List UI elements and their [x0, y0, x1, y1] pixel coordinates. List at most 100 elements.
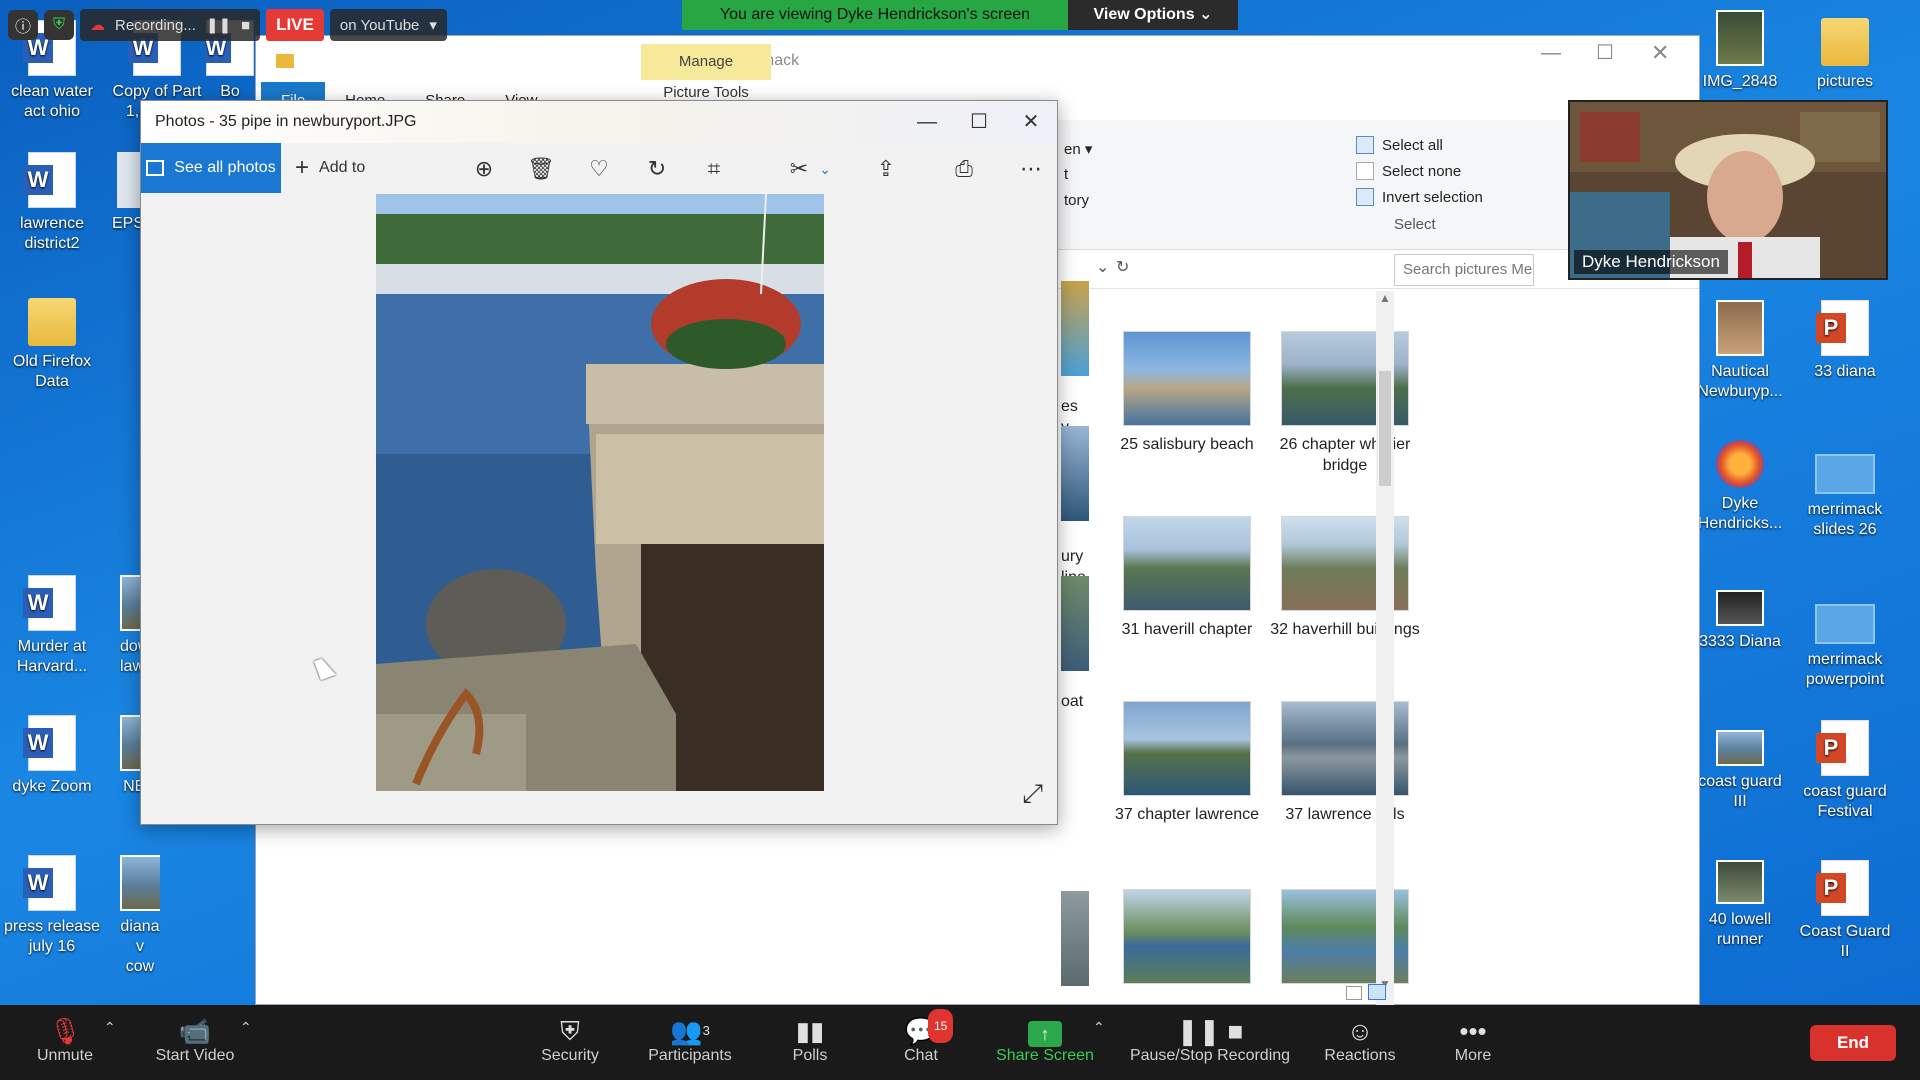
explorer-scrollbar[interactable]: ▲ ▼ [1376, 291, 1394, 1011]
video-options-chevron-icon[interactable]: ⌃ [240, 1019, 252, 1036]
partial-thumb[interactable] [1061, 576, 1089, 671]
share-icon[interactable]: ⇪ [868, 151, 904, 187]
list-item[interactable]: 25 salisbury beach [1112, 331, 1262, 455]
tab-manage[interactable]: Manage [641, 44, 771, 80]
thumbnail [1123, 331, 1251, 426]
delete-icon[interactable]: 🗑 [523, 151, 559, 187]
start-video-label: Start Video [155, 1047, 235, 1064]
maximize-icon[interactable]: ☐ [953, 101, 1005, 143]
security-button[interactable]: ⛨ Security [505, 1015, 635, 1065]
desktop-icon-lawrence-district2[interactable]: lawrence district2 [2, 152, 102, 254]
desktop-icon-dyke-zoom[interactable]: dyke Zoom [2, 715, 102, 797]
pause-stop-recording-button[interactable]: ❚❚ ■ Pause/Stop Recording [1115, 1015, 1305, 1065]
pause-stop-label: Pause/Stop Recording [1129, 1047, 1291, 1064]
desktop-icon-coast-guard-ii[interactable]: Coast Guard II [1795, 860, 1895, 962]
displayed-photo[interactable] [376, 194, 824, 791]
list-item[interactable]: 31 haverill chapter [1112, 516, 1262, 640]
details-view-icon[interactable] [1346, 986, 1362, 1000]
scrollbar-thumb[interactable] [1379, 371, 1391, 486]
chevron-down-icon[interactable]: ⌄ [1096, 257, 1109, 277]
desktop-icon-label: merrimack slides 26 [1807, 501, 1883, 538]
desktop-icon-press-release[interactable]: press release july 16 [2, 855, 102, 957]
view-options-button[interactable]: View Options ⌄ [1068, 0, 1238, 30]
share-options-chevron-icon[interactable]: ⌃ [1093, 1019, 1105, 1036]
chat-button[interactable]: 💬 15 Chat [856, 1009, 986, 1065]
partial-thumb[interactable] [1061, 891, 1089, 986]
photos-toolbar: See all photos + Add to ⊕ 🗑 ♡ ↻ ⌗ ✂ ⌄ ⇪ … [141, 143, 1057, 193]
desktop-icon-33-diana[interactable]: 33 diana [1795, 300, 1895, 382]
list-item[interactable]: 37 chapter lawrence [1112, 701, 1262, 825]
desktop-icon-pictures[interactable]: pictures [1795, 10, 1895, 92]
refresh-icon[interactable]: ↻ [1116, 257, 1129, 277]
reactions-button[interactable]: ☺ Reactions [1295, 1015, 1425, 1065]
desktop-icon-coast-guard-iii[interactable]: coast guard III [1690, 730, 1790, 812]
list-item[interactable]: 26 chapter whittier bridge [1270, 331, 1420, 476]
desktop-icon-coast-guard-festival[interactable]: coast guard Festival [1795, 720, 1895, 822]
desktop-icon-merrimack-powerpoint[interactable]: merrimack powerpoint [1795, 590, 1895, 690]
participants-icon: 👥3 [670, 1016, 710, 1046]
stop-icon[interactable]: ■ [241, 17, 250, 34]
search-input[interactable]: Search pictures Merrimack [1394, 254, 1534, 286]
large-icons-view-icon[interactable] [1368, 984, 1386, 1000]
select-all-button[interactable]: Select all [1356, 136, 1443, 154]
list-item[interactable] [1270, 889, 1420, 992]
pause-icon[interactable]: ❚❚ [206, 16, 231, 34]
share-screen-button[interactable]: ↑ Share Screen [980, 1015, 1110, 1065]
mouse-cursor-icon [314, 655, 336, 681]
see-all-photos-button[interactable]: See all photos [141, 143, 281, 193]
close-icon[interactable]: ✕ [1651, 40, 1669, 66]
list-item[interactable]: 32 haverhill buildings [1270, 516, 1420, 640]
select-none-button[interactable]: Select none [1356, 162, 1461, 180]
select-group-label: Select [1394, 216, 1436, 233]
cloud-recording-icon: ☁ [90, 17, 105, 34]
ribbon-partial-1[interactable]: en ▾ [1064, 140, 1092, 158]
desktop-icon-40-lowell-runner[interactable]: 40 lowell runner [1690, 860, 1790, 950]
photos-titlebar: Photos - 35 pipe in newburyport.JPG — ☐ … [141, 101, 1057, 143]
desktop-icon-old-firefox-data[interactable]: Old Firefox Data [2, 290, 102, 392]
participants-button[interactable]: 👥3 Participants [625, 1015, 755, 1065]
add-to-button[interactable]: + Add to [295, 154, 365, 182]
desktop-icon-murder-at-harvard[interactable]: Murder at Harvard... [2, 575, 102, 677]
desktop-icon-nautical[interactable]: Nautical Newburyp... [1690, 300, 1790, 402]
partial-thumb[interactable] [1061, 281, 1089, 376]
maximize-icon[interactable]: ☐ [1596, 40, 1614, 65]
more-button[interactable]: ••• More [1408, 1015, 1538, 1065]
desktop-icon-img-2848[interactable]: IMG_2848 [1690, 10, 1790, 92]
chevron-down-icon: ⌄ [1199, 6, 1213, 23]
ribbon-partial-2[interactable]: t [1064, 166, 1068, 183]
end-meeting-button[interactable]: End [1810, 1025, 1896, 1061]
reactions-icon: ☺ [1346, 1016, 1374, 1046]
shield-icon[interactable]: ⛨ [44, 10, 74, 40]
partial-label: oat [1061, 693, 1084, 710]
scroll-up-icon[interactable]: ▲ [1379, 291, 1391, 305]
partial-thumb[interactable] [1061, 426, 1089, 521]
list-item[interactable] [1112, 889, 1262, 992]
minimize-icon[interactable]: — [901, 101, 953, 143]
participant-video[interactable]: Dyke Hendrickson [1568, 100, 1888, 280]
zoom-in-icon[interactable]: ⊕ [466, 151, 502, 187]
info-icon[interactable]: ⓘ [8, 10, 38, 40]
thumbnail [1123, 516, 1251, 611]
print-icon[interactable]: ⎙ [946, 151, 982, 187]
desktop-icon-diana-cow[interactable]: diana v cow [120, 855, 160, 977]
minimize-icon[interactable]: — [1541, 42, 1561, 65]
rotate-icon[interactable]: ↻ [639, 151, 675, 187]
ribbon-partial-3[interactable]: tory [1064, 192, 1089, 209]
desktop-icon-merrimack-slides[interactable]: merrimack slides 26 [1795, 440, 1895, 540]
audio-options-chevron-icon[interactable]: ⌃ [104, 1019, 116, 1036]
desktop-icon-dyke-hendricks[interactable]: Dyke Hendricks... [1690, 440, 1790, 534]
pause-stop-icons: ❚❚ ■ [1176, 1016, 1244, 1046]
photos-app-window[interactable]: Photos - 35 pipe in newburyport.JPG — ☐ … [140, 100, 1058, 825]
favorite-heart-icon[interactable]: ♡ [581, 151, 617, 187]
chevron-down-icon[interactable]: ⌄ [807, 151, 843, 187]
security-shield-icon: ⛨ [560, 1016, 580, 1046]
close-icon[interactable]: ✕ [1005, 101, 1057, 143]
invert-selection-button[interactable]: Invert selection [1356, 188, 1483, 206]
image-file-icon [1716, 860, 1764, 904]
desktop-icon-3333-diana[interactable]: 3333 Diana [1690, 590, 1790, 652]
live-destination-dropdown[interactable]: on YouTube ▾ [329, 9, 447, 41]
fullscreen-icon[interactable]: ⤢ [1022, 778, 1043, 810]
list-item[interactable]: 37 lawrence falls [1270, 701, 1420, 825]
more-options-icon[interactable]: ⋯ [1013, 151, 1049, 187]
crop-icon[interactable]: ⌗ [696, 151, 732, 187]
